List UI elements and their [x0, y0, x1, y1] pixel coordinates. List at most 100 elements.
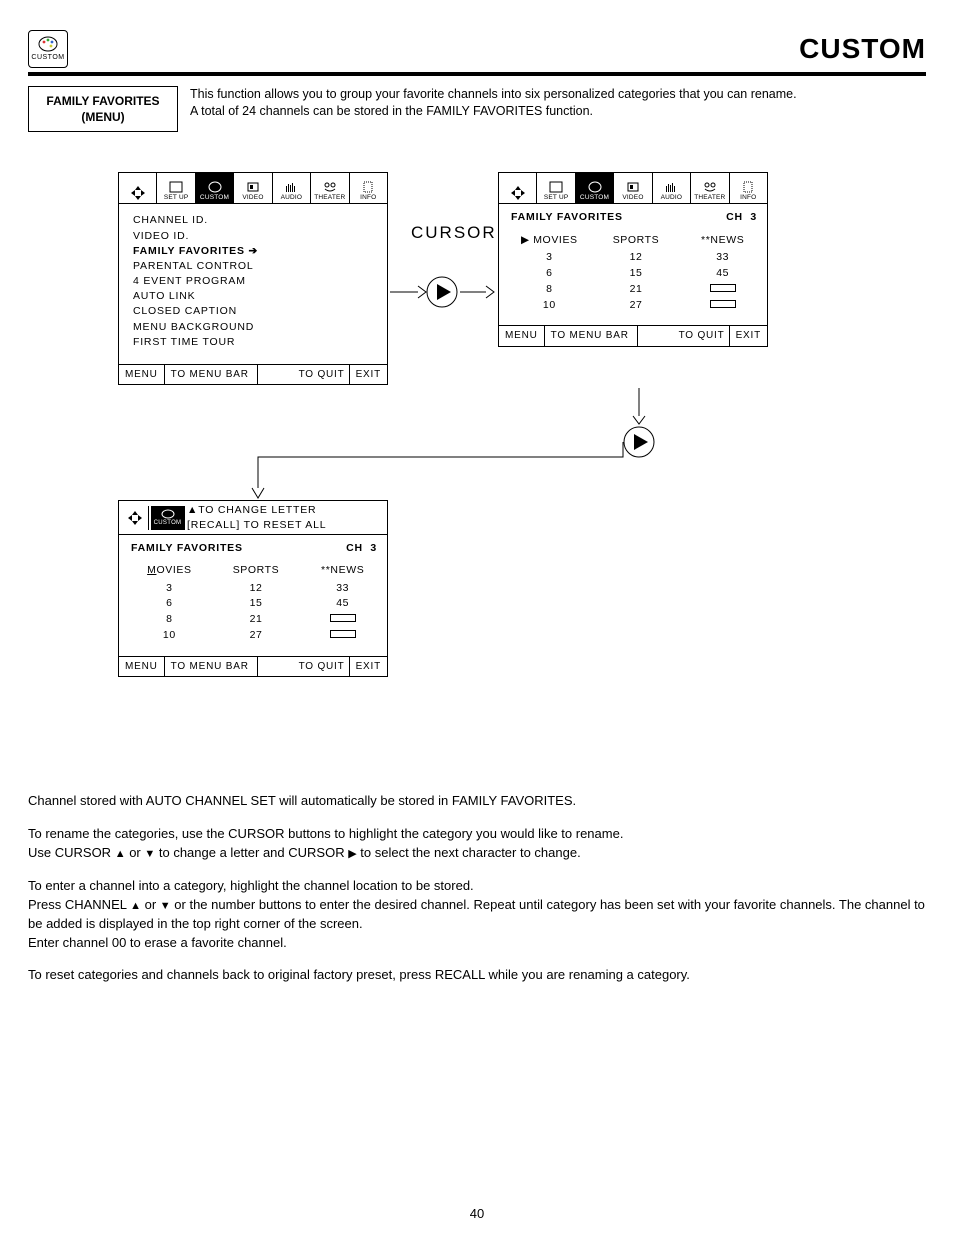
ff-column-head: SPORTS — [594, 233, 679, 249]
iconcell-arrows — [119, 173, 157, 203]
ff-column-head: **NEWS — [300, 563, 385, 579]
right-triangle-icon: ▶ — [348, 848, 356, 860]
connector-right-to-bottom — [243, 442, 643, 502]
ff-columns: ▶ MOVIES36810SPORTS12152127**NEWS3345 — [499, 229, 767, 326]
ff-cell — [680, 282, 765, 298]
down-triangle-icon: ▼ — [160, 900, 171, 912]
iconcell-audio: AUDIO — [273, 173, 311, 203]
osd-edit-favorites: CUSTOM ▲TO CHANGE LETTER [RECALL] TO RES… — [118, 500, 388, 677]
empty-slot — [330, 614, 356, 622]
iconcell-arrows — [499, 173, 537, 203]
edit-help-bar: CUSTOM ▲TO CHANGE LETTER [RECALL] TO RES… — [119, 501, 387, 534]
ff-cell: 45 — [300, 596, 385, 612]
intro-line1: This function allows you to group your f… — [190, 86, 926, 103]
ff-cell — [300, 612, 385, 628]
ff-cell: 15 — [594, 266, 679, 282]
ff-cell: 21 — [594, 282, 679, 298]
ff-cell: 12 — [214, 581, 299, 597]
osd-family-favorites: SET UP CUSTOM VIDEO AUDIO THEATER INFO F… — [498, 172, 768, 346]
ff-column: **NEWS3345 — [680, 233, 765, 314]
cursor-nub — [121, 506, 149, 530]
page-number: 40 — [28, 1205, 926, 1223]
body-p2: To rename the categories, use the CURSOR… — [28, 825, 926, 863]
menu-item: FIRST TIME TOUR — [133, 335, 377, 349]
iconcell-video: VIDEO — [234, 173, 272, 203]
body-text: Channel stored with AUTO CHANNEL SET wil… — [28, 792, 926, 985]
menu-item: PARENTAL CONTROL — [133, 259, 377, 273]
empty-slot — [710, 300, 736, 308]
title-rule — [28, 72, 926, 76]
edit-help-line1: ▲TO CHANGE LETTER — [187, 503, 326, 517]
iconcell-info: INFO — [350, 173, 387, 203]
ff-cell: 6 — [507, 266, 592, 282]
ff-cell: 6 — [127, 596, 212, 612]
footer-exit: EXIT — [349, 365, 387, 385]
ff-cell — [300, 628, 385, 644]
footer-menu: MENU — [119, 365, 165, 385]
down-triangle-icon: ▼ — [144, 848, 155, 860]
footer-quit: TO QUIT — [257, 365, 348, 385]
palette-icon — [37, 35, 59, 53]
osd-custom-menu: SET UP CUSTOM VIDEO AUDIO THEATER INFO C… — [118, 172, 388, 385]
menu-item: FAMILY FAVORITES ➔ — [133, 244, 377, 258]
header-bar: CUSTOM CUSTOM — [28, 30, 926, 68]
menu-item: 4 EVENT PROGRAM — [133, 274, 377, 288]
osd-footer: MENU TO MENU BAR TO QUIT EXIT — [119, 364, 387, 385]
section-label-line2: (MENU) — [39, 109, 167, 125]
ff-cell: 45 — [680, 266, 765, 282]
osd-iconbar: SET UP CUSTOM VIDEO AUDIO THEATER INFO — [119, 173, 387, 204]
intro-row: FAMILY FAVORITES (MENU) This function al… — [28, 86, 926, 132]
up-triangle-icon: ▲ — [130, 900, 141, 912]
custom-badge-label: CUSTOM — [31, 53, 64, 62]
ff-cell: 8 — [507, 282, 592, 298]
ff-column-head: ▶ MOVIES — [507, 233, 592, 249]
ff-cell: 12 — [594, 250, 679, 266]
menu-item: CHANNEL ID. — [133, 213, 377, 227]
arrow-down-1 — [624, 388, 654, 426]
edit-help-line2: [RECALL] TO RESET ALL — [187, 518, 326, 532]
ff-cell: 27 — [594, 298, 679, 314]
ff-cell: 33 — [300, 581, 385, 597]
up-triangle-icon: ▲ — [115, 848, 126, 860]
ff-columns: MOVIES36810SPORTS12152127**NEWS3345 — [119, 559, 387, 656]
ff-column-head: MOVIES — [127, 563, 212, 579]
ff-cell: 15 — [214, 596, 299, 612]
empty-slot — [330, 630, 356, 638]
ff-header: FAMILY FAVORITES CH 3 — [119, 535, 387, 559]
iconcell-custom: CUSTOM — [196, 173, 234, 203]
empty-slot — [710, 284, 736, 292]
ff-cell — [680, 298, 765, 314]
section-label-line1: FAMILY FAVORITES — [39, 93, 167, 109]
body-p3: To enter a channel into a category, high… — [28, 877, 926, 952]
ff-title: FAMILY FAVORITES — [511, 210, 623, 224]
ff-cell: 33 — [680, 250, 765, 266]
ff-column: MOVIES36810 — [127, 563, 212, 644]
iconcell-video: VIDEO — [614, 173, 652, 203]
ff-column: SPORTS12152127 — [594, 233, 679, 314]
diagram-area: SET UP CUSTOM VIDEO AUDIO THEATER INFO C… — [28, 172, 926, 762]
osd-menu-body: CHANNEL ID. VIDEO ID.FAMILY FAVORITES ➔PA… — [119, 204, 387, 364]
menu-item: VIDEO ID. — [133, 229, 377, 243]
play-right-icon — [426, 276, 458, 308]
custom-badge: CUSTOM — [28, 30, 68, 68]
iconcell-theater: THEATER — [691, 173, 729, 203]
ff-column-head: SPORTS — [214, 563, 299, 579]
footer-bar: TO MENU BAR — [165, 365, 257, 385]
page-title: CUSTOM — [799, 30, 926, 68]
body-p4: To reset categories and channels back to… — [28, 966, 926, 985]
cursor-arrows-icon — [130, 185, 146, 201]
section-label: FAMILY FAVORITES (MENU) — [28, 86, 178, 132]
ff-column: SPORTS12152127 — [214, 563, 299, 644]
ff-ch: CH 3 — [346, 541, 377, 555]
custom-nub: CUSTOM — [151, 506, 185, 530]
iconcell-info: INFO — [730, 173, 767, 203]
cursor-arrows-icon — [127, 510, 143, 526]
intro-text: This function allows you to group your f… — [190, 86, 926, 132]
ff-ch: CH 3 — [726, 210, 757, 224]
osd-footer: MENU TO MENU BAR TO QUIT EXIT — [499, 325, 767, 346]
menu-item: AUTO LINK — [133, 289, 377, 303]
ff-column: **NEWS 3345 — [300, 563, 385, 644]
ff-column-head: **NEWS — [680, 233, 765, 249]
menu-item: CLOSED CAPTION — [133, 304, 377, 318]
iconcell-custom: CUSTOM — [576, 173, 614, 203]
